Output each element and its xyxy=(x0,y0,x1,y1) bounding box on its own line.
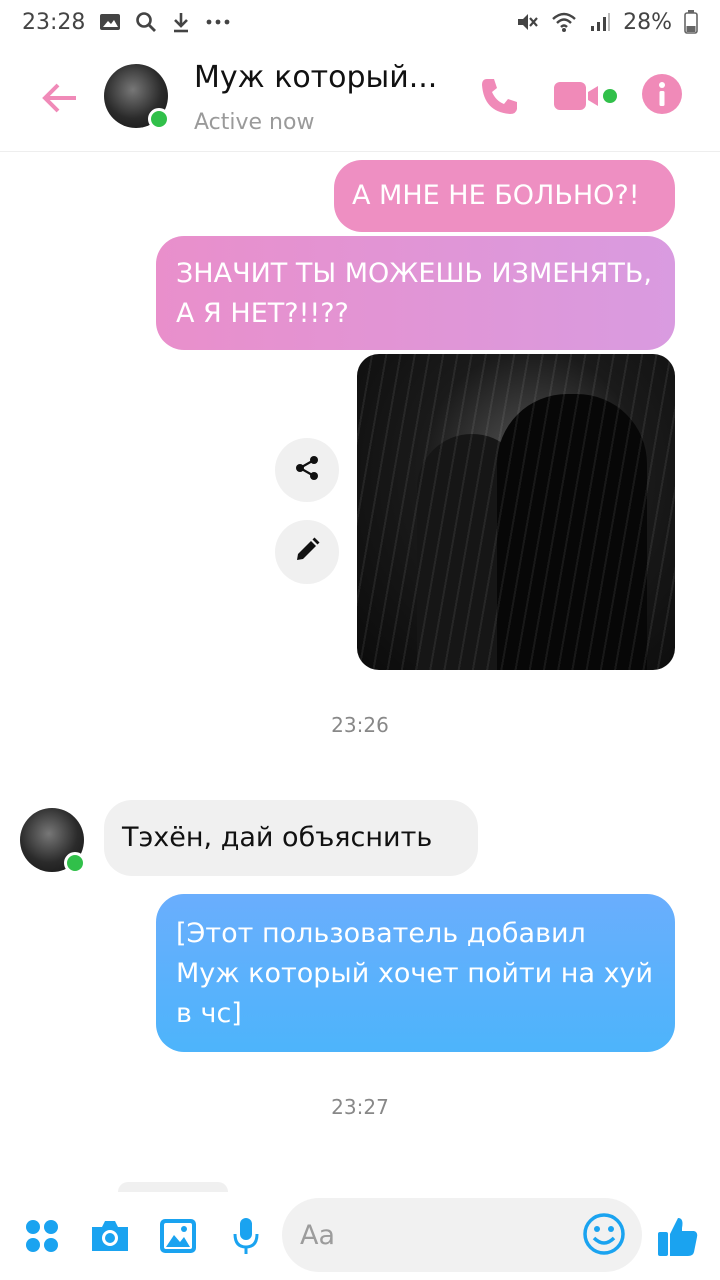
wifi-icon xyxy=(551,11,577,33)
camera-icon[interactable] xyxy=(86,1212,134,1260)
info-icon[interactable] xyxy=(640,72,684,116)
shared-image[interactable] xyxy=(357,354,675,670)
online-indicator xyxy=(64,852,86,874)
status-bar: 23:28 28% xyxy=(0,0,720,44)
message-bubble-outgoing[interactable]: ЗНАЧИТ ТЫ МОЖЕШЬ ИЗМЕНЯТЬ, А Я НЕТ?!!?? xyxy=(156,236,675,350)
microphone-icon[interactable] xyxy=(222,1212,270,1260)
gallery-icon[interactable] xyxy=(154,1212,202,1260)
contact-name[interactable]: Муж который... xyxy=(194,60,437,95)
status-time: 23:28 xyxy=(22,9,86,35)
mute-icon xyxy=(515,11,539,33)
download-icon xyxy=(171,11,191,33)
share-button[interactable] xyxy=(275,438,339,502)
message-bubble-outgoing[interactable]: А МНЕ НЕ БОЛЬНО?! xyxy=(334,160,675,232)
share-icon xyxy=(293,454,321,486)
back-arrow-icon[interactable] xyxy=(38,76,82,120)
contact-avatar[interactable] xyxy=(104,64,170,130)
battery-percent: 28% xyxy=(623,9,672,35)
message-input-placeholder: Aa xyxy=(300,1220,336,1251)
timestamp: 23:27 xyxy=(331,1095,389,1119)
online-indicator xyxy=(148,108,170,130)
pencil-icon xyxy=(293,536,321,568)
apps-icon[interactable] xyxy=(18,1212,66,1260)
message-composer: Aa xyxy=(0,1190,720,1280)
timestamp: 23:26 xyxy=(331,713,389,737)
chat-header: Муж который... Active now xyxy=(0,44,720,152)
gallery-icon xyxy=(99,12,121,32)
emoji-icon[interactable] xyxy=(582,1212,626,1256)
search-icon xyxy=(135,11,157,33)
thumbs-up-icon[interactable] xyxy=(654,1212,702,1260)
phone-call-icon[interactable] xyxy=(478,74,522,118)
active-status: Active now xyxy=(194,110,315,135)
message-input[interactable]: Aa xyxy=(282,1198,642,1272)
edit-button[interactable] xyxy=(275,520,339,584)
battery-icon xyxy=(684,10,698,34)
message-bubble-outgoing[interactable]: [Этот пользователь добавил Муж который х… xyxy=(156,894,675,1052)
signal-icon xyxy=(589,11,611,33)
video-call-icon[interactable] xyxy=(552,76,620,116)
more-dots-icon xyxy=(205,18,231,26)
sender-avatar[interactable] xyxy=(20,808,86,874)
message-bubble-incoming[interactable]: Тэхён, дай объяснить xyxy=(104,800,478,876)
